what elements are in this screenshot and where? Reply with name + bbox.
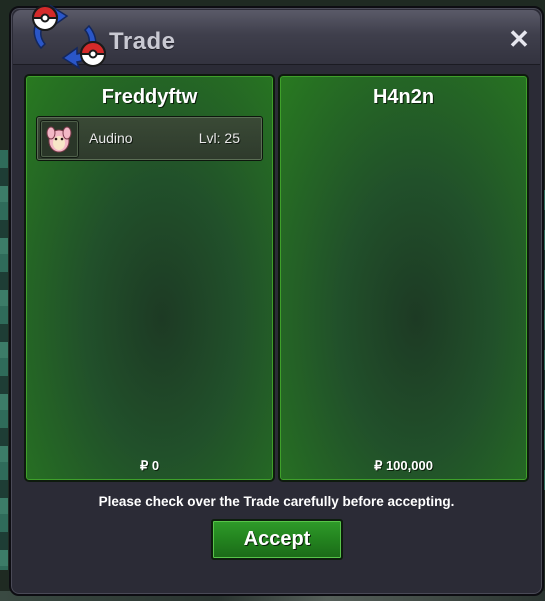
money-left: ₽ 0: [139, 458, 160, 473]
accept-button[interactable]: Accept: [211, 519, 343, 560]
title-bar[interactable]: Trade ✕: [13, 4, 540, 70]
pokemon-level: Lvl: 25: [198, 130, 240, 146]
player-name-right: H4n2n: [372, 86, 435, 108]
offer-panel-right: H4n2n ₽ 100,000: [278, 74, 529, 482]
pokemon-name: Audino: [89, 130, 133, 146]
trade-notice: Please check over the Trade carefully be…: [98, 494, 455, 509]
pokemon-slot[interactable]: Audino Lvl: 25: [36, 116, 263, 161]
audino-sprite-icon: [40, 120, 79, 158]
money-right: ₽ 100,000: [374, 458, 433, 473]
window-title: Trade: [109, 28, 176, 55]
player-name-left: Freddyftw: [101, 86, 198, 108]
close-icon[interactable]: ✕: [506, 26, 532, 52]
offer-panel-left: Freddyftw Audino Lvl: 25 ₽ 0: [24, 74, 275, 482]
trade-logo-icon: [31, 4, 107, 70]
trade-window: Trade ✕ Freddyftw Audino Lvl: 25 ₽ 0 H4n…: [9, 4, 544, 596]
game-background-left: [0, 150, 8, 570]
